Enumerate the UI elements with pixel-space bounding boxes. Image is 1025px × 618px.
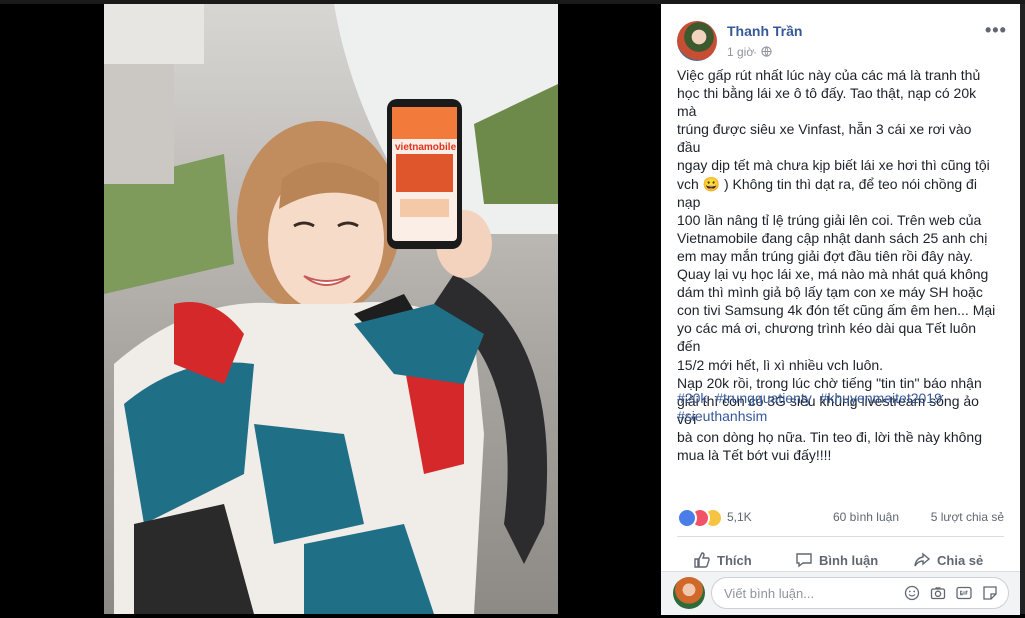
comment-bar: Viết bình luận...	[661, 571, 1020, 615]
hashtags: #20k #trungquatienty #khuyenmaitet2019 #…	[677, 389, 997, 425]
comment-icon	[796, 553, 812, 568]
comment-tools	[904, 585, 998, 601]
author-name[interactable]: Thanh Trần	[727, 23, 802, 39]
phone-brand-text: vietnamobile	[395, 142, 457, 153]
reactions-count[interactable]: 5,1K	[727, 510, 752, 524]
separator-dot: ·	[753, 45, 757, 59]
camera-icon[interactable]	[930, 585, 946, 601]
comment-label: Bình luận	[819, 552, 879, 568]
like-reaction-icon[interactable]	[677, 508, 697, 528]
share-button[interactable]: Chia sẻ	[913, 549, 983, 571]
hashtag-link[interactable]: #sieuthanhsim	[677, 408, 767, 424]
sticker-icon[interactable]	[982, 585, 998, 601]
hashtag-link[interactable]: #khuyenmaitet2019	[820, 390, 942, 406]
author-avatar[interactable]	[677, 21, 717, 61]
comments-count[interactable]: 60 bình luận	[833, 510, 899, 524]
globe-icon	[761, 46, 772, 57]
scrollbar[interactable]	[1020, 4, 1025, 614]
reactions-summary: 5,1K 60 bình luận 5 lượt chia sẻ	[677, 508, 1004, 530]
more-options-icon[interactable]: •••	[985, 20, 1007, 41]
hashtag-link[interactable]: #20k	[677, 390, 707, 406]
share-label: Chia sẻ	[937, 552, 984, 568]
comment-button[interactable]: Bình luận	[795, 549, 878, 571]
like-button[interactable]: Thích	[693, 549, 752, 571]
divider	[677, 536, 1004, 537]
like-icon	[694, 552, 710, 568]
like-label: Thích	[717, 552, 752, 568]
comment-placeholder: Viết bình luận...	[724, 586, 815, 601]
gif-icon[interactable]	[956, 585, 972, 601]
shares-count[interactable]: 5 lượt chia sẻ	[931, 510, 1004, 524]
share-icon	[914, 552, 931, 567]
post-panel: Thanh Trần 1 giờ · ••• Việc gấp rút nhất…	[661, 4, 1020, 615]
post-time[interactable]: 1 giờ	[727, 45, 754, 59]
hashtag-link[interactable]: #trungquatienty	[715, 390, 812, 406]
comment-input[interactable]: Viết bình luận...	[711, 577, 1009, 609]
photo-illustration	[104, 4, 558, 614]
emoji-icon[interactable]	[904, 585, 920, 601]
viewer-avatar	[673, 577, 705, 609]
post-photo[interactable]: vietnamobile	[104, 4, 558, 614]
